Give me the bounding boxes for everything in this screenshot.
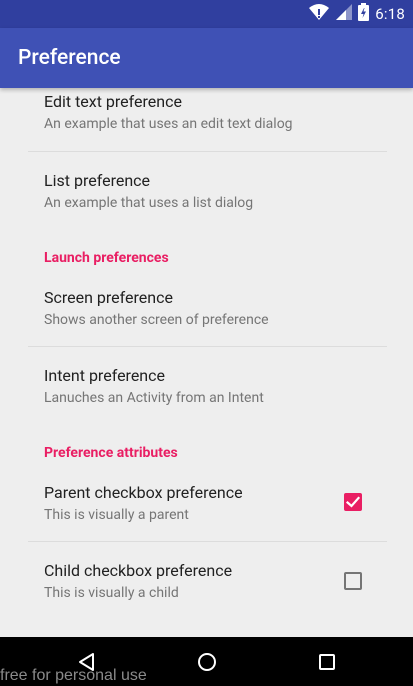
child-checkbox-preference[interactable]: Child checkbox preference This is visual… [44, 561, 374, 602]
app-title: Preference [18, 46, 121, 70]
parent-checkbox[interactable] [344, 493, 362, 511]
watermark-text: free for personal use [0, 667, 147, 684]
preference-summary: This is visually a child [44, 585, 179, 601]
status-time: 6:18 [375, 5, 405, 23]
check-icon [345, 496, 361, 508]
category-launch-preferences: Launch preferences [44, 250, 169, 266]
preference-summary: An example that uses a list dialog [44, 195, 254, 211]
intent-preference[interactable]: Intent preference Lanuches an Activity f… [44, 366, 374, 407]
preference-list[interactable]: Edit text preference An example that use… [0, 88, 413, 637]
preference-summary: An example that uses an edit text dialog [44, 116, 293, 132]
signal-icon [336, 4, 353, 24]
recents-icon [319, 654, 335, 670]
divider [28, 346, 387, 347]
status-icons: 6:18 [308, 3, 405, 25]
home-button[interactable] [194, 649, 220, 675]
preference-title: Child checkbox preference [44, 561, 233, 580]
home-icon [198, 653, 216, 671]
preference-summary: This is visually a parent [44, 507, 189, 523]
screen-preference[interactable]: Screen preference Shows another screen o… [44, 288, 374, 329]
preference-title: List preference [44, 171, 151, 190]
preference-title: Screen preference [44, 288, 173, 307]
wifi-icon [308, 3, 330, 25]
recents-button[interactable] [314, 649, 340, 675]
battery-icon [358, 3, 370, 25]
child-checkbox[interactable] [344, 572, 362, 590]
divider [28, 151, 387, 152]
edit-text-preference[interactable]: Edit text preference An example that use… [44, 92, 374, 133]
list-preference[interactable]: List preference An example that uses a l… [44, 171, 374, 212]
preference-summary: Shows another screen of preference [44, 312, 269, 328]
preference-title: Intent preference [44, 366, 165, 385]
preference-title: Edit text preference [44, 92, 182, 111]
preference-summary: Lanuches an Activity from an Intent [44, 390, 264, 406]
app-bar: Preference [0, 28, 413, 88]
status-bar: 6:18 [0, 0, 413, 28]
category-preference-attributes: Preference attributes [44, 445, 178, 461]
divider [28, 541, 387, 542]
preference-title: Parent checkbox preference [44, 483, 243, 502]
parent-checkbox-preference[interactable]: Parent checkbox preference This is visua… [44, 483, 374, 524]
